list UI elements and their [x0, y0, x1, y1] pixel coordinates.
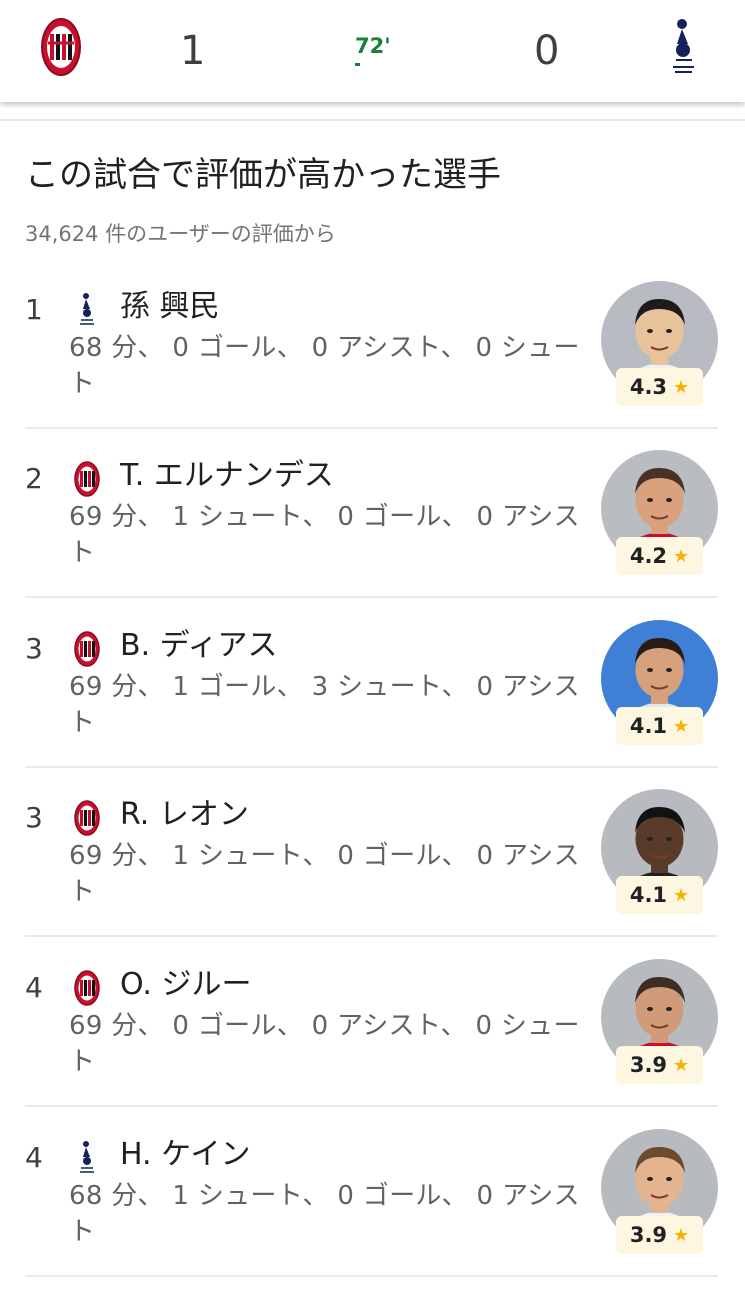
- player-rank: 4: [25, 1141, 43, 1174]
- home-score: 1: [180, 28, 206, 74]
- player-rank: 1: [25, 293, 43, 326]
- player-name: B. ディアス: [120, 628, 278, 663]
- away-score: 0: [534, 28, 560, 74]
- row-divider: [25, 766, 718, 768]
- star-icon: ★: [673, 884, 690, 906]
- star-icon: ★: [673, 1054, 690, 1076]
- star-icon: ★: [673, 715, 690, 737]
- row-divider: [25, 1275, 718, 1277]
- rating-value: 4.1: [629, 714, 668, 738]
- player-row[interactable]: 3 B. ディアス 69 分、 1 ゴール、 3 シュート、 0 アシスト 4.…: [0, 620, 745, 789]
- player-name: T. エルナンデス: [120, 458, 334, 493]
- scoreboard[interactable]: 1 72' 0: [0, 0, 745, 102]
- star-icon: ★: [673, 1224, 690, 1246]
- row-divider: [25, 596, 718, 598]
- rating-badge: 3.9 ★: [616, 1046, 703, 1084]
- star-icon: ★: [673, 545, 690, 567]
- player-row[interactable]: 1 孫 興民 68 分、 0 ゴール、 0 アシスト、 0 シュート 4.3 ★: [0, 281, 745, 450]
- player-rank: 3: [25, 632, 43, 665]
- player-name: O. ジルー: [120, 967, 252, 1002]
- ac-milan-crest-icon: [41, 18, 81, 76]
- player-name: 孫 興民: [120, 289, 220, 324]
- rating-value: 4.1: [629, 883, 668, 907]
- match-minute: 72': [355, 34, 391, 58]
- rating-value: 4.2: [629, 544, 668, 568]
- tottenham-cockerel-icon: [73, 291, 101, 329]
- rating-value: 3.9: [629, 1223, 668, 1247]
- player-row[interactable]: 4 H. ケイン 68 分、 1 シュート、 0 ゴール、 0 アシスト 3.9…: [0, 1129, 745, 1298]
- rating-value: 3.9: [629, 1053, 668, 1077]
- row-divider: [25, 935, 718, 937]
- row-divider: [25, 1105, 718, 1107]
- ac-milan-crest-icon: [73, 799, 101, 837]
- player-rank: 4: [25, 971, 43, 1004]
- live-indicator: [355, 63, 360, 66]
- player-stats: 69 分、 0 ゴール、 0 アシスト、 0 シュート: [69, 1011, 580, 1077]
- rating-badge: 4.1 ★: [616, 707, 703, 745]
- player-stats: 69 分、 1 シュート、 0 ゴール、 0 アシスト: [69, 841, 580, 907]
- section-divider: [0, 119, 745, 121]
- player-row[interactable]: 3 R. レオン 69 分、 1 シュート、 0 ゴール、 0 アシスト 4.1…: [0, 789, 745, 958]
- player-stats: 69 分、 1 ゴール、 3 シュート、 0 アシスト: [69, 672, 580, 738]
- rating-badge: 3.9 ★: [616, 1216, 703, 1254]
- rating-value: 4.3: [629, 375, 668, 399]
- player-name: R. レオン: [120, 797, 249, 832]
- row-divider: [25, 427, 718, 429]
- player-row[interactable]: 2 T. エルナンデス 69 分、 1 シュート、 0 ゴール、 0 アシスト …: [0, 450, 745, 619]
- tottenham-cockerel-icon: [673, 19, 694, 73]
- player-stats: 69 分、 1 シュート、 0 ゴール、 0 アシスト: [69, 502, 580, 568]
- ac-milan-crest-icon: [73, 969, 101, 1007]
- ac-milan-crest-icon: [73, 460, 101, 498]
- star-icon: ★: [673, 376, 690, 398]
- page-title: この試合で評価が高かった選手: [25, 155, 501, 195]
- player-rank: 3: [25, 801, 43, 834]
- player-rank: 2: [25, 462, 43, 495]
- rating-badge: 4.2 ★: [616, 537, 703, 575]
- player-row[interactable]: 4 O. ジルー 69 分、 0 ゴール、 0 アシスト、 0 シュート 3.9…: [0, 959, 745, 1128]
- player-stats: 68 分、 0 ゴール、 0 アシスト、 0 シュート: [69, 333, 580, 399]
- rating-badge: 4.3 ★: [616, 368, 703, 406]
- player-name: H. ケイン: [120, 1137, 251, 1172]
- ac-milan-crest-icon: [73, 630, 101, 668]
- rating-count-subtitle: 34,624 件のユーザーの評価から: [25, 222, 336, 246]
- player-stats: 68 分、 1 シュート、 0 ゴール、 0 アシスト: [69, 1181, 580, 1247]
- rating-badge: 4.1 ★: [616, 876, 703, 914]
- tottenham-cockerel-icon: [73, 1139, 101, 1177]
